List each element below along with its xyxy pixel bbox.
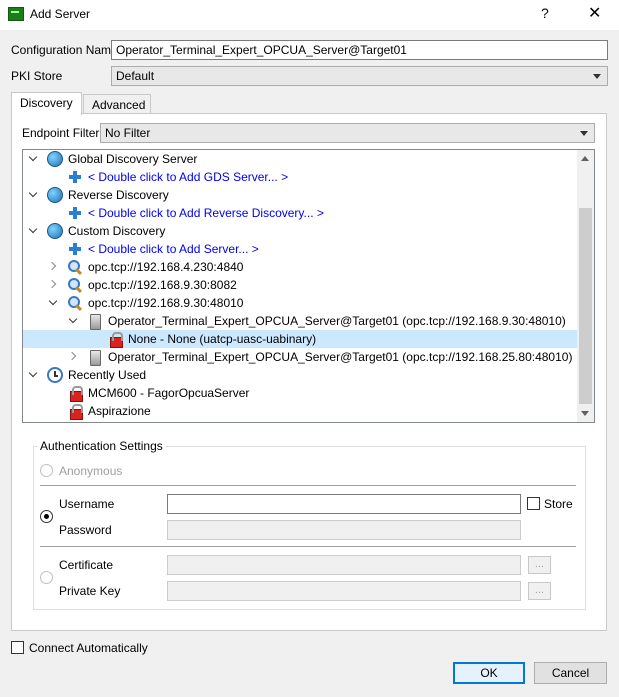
config-name-label: Configuration Name [11,43,118,57]
tree-node-gds[interactable]: Global Discovery Server [23,150,579,168]
tree-node-label: < Double click to Add Reverse Discovery.… [88,206,324,220]
certificate-browse-button[interactable]: ... [528,556,551,574]
globe-icon [47,151,63,167]
scroll-down-icon[interactable] [581,411,589,416]
chevron-down-icon[interactable] [49,298,57,306]
connect-automatically-checkbox[interactable] [11,641,24,654]
pki-store-label: PKI Store [11,69,63,83]
tree-node-server[interactable]: Operator_Terminal_Expert_OPCUA_Server@Ta… [23,312,579,330]
username-label: Username [59,497,115,511]
tree-node-server[interactable]: Operator_Terminal_Expert_OPCUA_Server@Ta… [23,348,579,366]
tree-node-url[interactable]: opc.tcp://192.168.9.30:8082 [23,276,579,294]
config-name-input[interactable]: Operator_Terminal_Expert_OPCUA_Server@Ta… [111,40,608,60]
pki-store-select[interactable]: Default [111,66,608,86]
lock-icon [67,403,83,420]
tree-node-recent-server[interactable]: Aspirazione [23,402,579,420]
chevron-down-icon [580,131,588,136]
store-checkbox[interactable] [527,497,540,510]
private-key-input[interactable] [167,581,521,601]
plus-icon [67,205,83,221]
separator [40,485,576,486]
magnifier-icon [67,259,83,275]
tree-node-reverse[interactable]: Reverse Discovery [23,186,579,204]
lock-icon [67,385,83,402]
endpoint-filter-label: Endpoint Filter: [22,126,103,140]
tree-node-label: Reverse Discovery [68,188,169,202]
chevron-right-icon[interactable] [49,280,57,288]
tab-advanced[interactable]: Advanced [83,94,151,115]
tree-node-url[interactable]: opc.tcp://192.168.4.230:4840 [23,258,579,276]
server-icon [87,313,103,330]
cancel-button[interactable]: Cancel [534,662,607,684]
private-key-label: Private Key [59,584,121,598]
chevron-right-icon[interactable] [69,352,77,360]
tree-node-label: Operator_Terminal_Expert_OPCUA_Server@Ta… [108,314,566,328]
title-bar: Add Server ? ✕ [0,0,619,30]
server-icon [87,349,103,366]
username-input[interactable] [167,494,521,514]
tree-node-label: None - None (uatcp-uasc-uabinary) [128,332,317,346]
tree-node-label: opc.tcp://192.168.9.30:48010 [88,296,244,310]
ok-button[interactable]: OK [453,662,525,684]
chevron-down-icon[interactable] [69,316,77,324]
plus-icon [67,241,83,257]
username-radio[interactable] [40,510,53,523]
chevron-down-icon [593,74,601,79]
scrollbar-thumb[interactable] [579,208,592,404]
tree-node-label: < Double click to Add GDS Server... > [88,170,289,184]
tree-node-label: opc.tcp://192.168.4.230:4840 [88,260,244,274]
tree-node-label: Operator_Terminal_Expert_OPCUA_Server@Ta… [108,350,573,364]
private-key-browse-button[interactable]: ... [528,582,551,600]
tree-node-endpoint[interactable]: None - None (uatcp-uasc-uabinary) [23,330,579,348]
tree-node-label: Aspirazione [88,404,151,418]
magnifier-icon [67,295,83,311]
tree-node-add-server[interactable]: < Double click to Add Server... > [23,240,579,258]
pki-store-value: Default [116,69,155,83]
certificate-label: Certificate [59,558,114,572]
tree-node-add-reverse[interactable]: < Double click to Add Reverse Discovery.… [23,204,579,222]
chevron-right-icon[interactable] [49,262,57,270]
tree-node-url[interactable]: opc.tcp://192.168.9.30:48010 [23,294,579,312]
magnifier-icon [67,277,83,293]
discovery-tree[interactable]: Global Discovery Server < Double click t… [22,149,595,423]
plus-icon [67,169,83,185]
tree-node-recent[interactable]: Recently Used [23,366,579,384]
chevron-down-icon[interactable] [29,226,37,234]
endpoint-filter-value: No Filter [105,126,151,140]
tree-node-label: Recently Used [68,368,147,382]
tree-node-label: Custom Discovery [68,224,166,238]
chevron-down-icon[interactable] [29,370,37,378]
clock-icon [47,367,63,383]
password-input[interactable] [167,520,521,540]
tab-discovery[interactable]: Discovery [11,92,82,115]
tree-node-label: < Double click to Add Server... > [88,242,259,256]
chevron-down-icon[interactable] [29,190,37,198]
app-icon [8,7,24,21]
help-button[interactable]: ? [541,5,549,21]
store-label: Store [544,497,573,511]
anonymous-radio[interactable] [40,464,53,477]
tree-node-label: MCM600 - FagorOpcuaServer [88,386,250,400]
globe-icon [47,223,63,239]
anonymous-label: Anonymous [59,464,123,478]
tree-node-label: opc.tcp://192.168.9.30:8082 [88,278,237,292]
tree-node-recent-server[interactable]: MCM600 - FagorOpcuaServer [23,384,579,402]
separator [40,546,576,547]
tree-node-label: Global Discovery Server [68,152,198,166]
password-label: Password [59,523,112,537]
chevron-down-icon[interactable] [29,154,37,162]
tree-node-add-gds[interactable]: < Double click to Add GDS Server... > [23,168,579,186]
certificate-input[interactable] [167,555,521,575]
auth-settings-title: Authentication Settings [37,439,166,453]
tree-node-custom[interactable]: Custom Discovery [23,222,579,240]
globe-icon [47,187,63,203]
certificate-radio[interactable] [40,571,53,584]
close-button[interactable]: ✕ [588,3,601,23]
window-title: Add Server [30,7,91,21]
connect-automatically-label: Connect Automatically [29,641,148,655]
endpoint-filter-select[interactable]: No Filter [100,123,595,143]
tree-scrollbar[interactable] [577,150,594,422]
lock-icon [107,331,123,348]
scroll-up-icon[interactable] [581,156,589,161]
